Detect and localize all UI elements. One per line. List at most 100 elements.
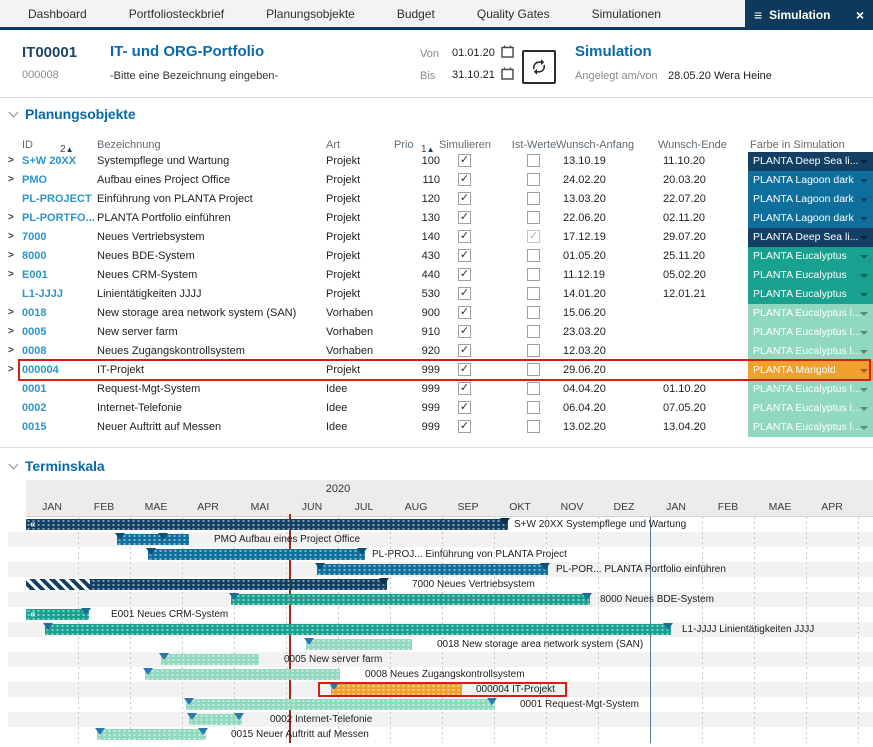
- expand-icon[interactable]: >: [8, 155, 14, 166]
- expand-icon[interactable]: >: [8, 174, 14, 185]
- ist-werte-checkbox[interactable]: [527, 211, 540, 224]
- color-select[interactable]: PLANTA Lagoon dark: [748, 209, 873, 228]
- ist-werte-checkbox[interactable]: [527, 420, 540, 433]
- col-header-simulieren[interactable]: Simulieren: [432, 139, 498, 151]
- color-select[interactable]: PLANTA Lagoon dark: [748, 171, 873, 190]
- simulieren-checkbox[interactable]: ✓: [458, 401, 471, 414]
- bis-date-field[interactable]: 31.10.21: [452, 69, 495, 81]
- hamburger-menu-icon[interactable]: ≡: [754, 8, 762, 22]
- planning-object-id[interactable]: 0008: [22, 345, 46, 357]
- ist-werte-checkbox[interactable]: [527, 382, 540, 395]
- ist-werte-checkbox[interactable]: [527, 249, 540, 262]
- gantt-bar[interactable]: [26, 609, 89, 620]
- color-select[interactable]: PLANTA Eucalyptus l...: [748, 323, 873, 342]
- gantt-bar[interactable]: [145, 669, 340, 680]
- table-row[interactable]: 0015Neuer Auftritt auf MessenIdee999✓13.…: [0, 418, 873, 437]
- simulieren-checkbox[interactable]: ✓: [458, 287, 471, 300]
- planning-object-id[interactable]: PL-PORTFO...: [22, 212, 95, 224]
- color-select[interactable]: PLANTA Deep Sea li...: [748, 228, 873, 247]
- color-select[interactable]: PLANTA Eucalyptus l...: [748, 304, 873, 323]
- gantt-bar[interactable]: [148, 549, 365, 560]
- simulieren-checkbox[interactable]: ✓: [458, 192, 471, 205]
- simulieren-checkbox[interactable]: ✓: [458, 325, 471, 338]
- planning-object-id[interactable]: S+W 20XX: [22, 155, 76, 167]
- table-row[interactable]: >PL-PORTFO...PLANTA Portfolio einführenP…: [0, 209, 873, 228]
- expand-icon[interactable]: >: [8, 231, 14, 242]
- ist-werte-checkbox[interactable]: [527, 325, 540, 338]
- color-select[interactable]: PLANTA Deep Sea li...: [748, 152, 873, 171]
- calendar-icon[interactable]: [501, 67, 514, 80]
- ist-werte-checkbox[interactable]: ✓: [527, 230, 540, 243]
- planning-object-id[interactable]: 7000: [22, 231, 46, 243]
- gantt-bar[interactable]: [45, 624, 671, 635]
- color-select[interactable]: PLANTA Eucalyptus: [748, 247, 873, 266]
- table-row[interactable]: L1-JJJJLinientätigkeiten JJJJProjekt530✓…: [0, 285, 873, 304]
- refresh-button[interactable]: [522, 50, 556, 84]
- expand-icon[interactable]: >: [8, 269, 14, 280]
- gantt-bar[interactable]: [186, 699, 495, 710]
- planning-object-id[interactable]: PL-PROJECT: [22, 193, 92, 205]
- nav-item-simulationen[interactable]: Simulationen: [592, 7, 661, 21]
- col-header-wunsch-anfang[interactable]: Wunsch-Anfang: [556, 139, 634, 151]
- table-row[interactable]: 0001Request-Mgt-SystemIdee999✓04.04.2001…: [0, 380, 873, 399]
- simulieren-checkbox[interactable]: ✓: [458, 211, 471, 224]
- table-row[interactable]: 0002Internet-TelefonieIdee999✓06.04.2007…: [0, 399, 873, 418]
- col-header-farbe[interactable]: Farbe in Simulation: [750, 139, 845, 151]
- ist-werte-checkbox[interactable]: [527, 306, 540, 319]
- table-row[interactable]: PL-PROJECTEinführung von PLANTA ProjectP…: [0, 190, 873, 209]
- col-header-id[interactable]: ID: [22, 139, 33, 151]
- planning-object-id[interactable]: 0005: [22, 326, 46, 338]
- ist-werte-checkbox[interactable]: [527, 154, 540, 167]
- planning-object-id[interactable]: 0015: [22, 421, 46, 433]
- gantt-bar[interactable]: [26, 519, 508, 530]
- table-row[interactable]: >8000Neues BDE-SystemProjekt430✓01.05.20…: [0, 247, 873, 266]
- simulieren-checkbox[interactable]: ✓: [458, 306, 471, 319]
- simulieren-checkbox[interactable]: ✓: [458, 344, 471, 357]
- color-select[interactable]: PLANTA Eucalyptus l...: [748, 399, 873, 418]
- ist-werte-checkbox[interactable]: [527, 344, 540, 357]
- nav-item-portfoliosteckbrief[interactable]: Portfoliosteckbrief: [129, 7, 224, 21]
- table-row[interactable]: >PMOAufbau eines Project OfficeProjekt11…: [0, 171, 873, 190]
- color-select[interactable]: PLANTA Eucalyptus l...: [748, 380, 873, 399]
- expand-icon[interactable]: >: [8, 307, 14, 318]
- simulieren-checkbox[interactable]: ✓: [458, 420, 471, 433]
- simulieren-checkbox[interactable]: ✓: [458, 154, 471, 167]
- planning-object-id[interactable]: E001: [22, 269, 48, 281]
- gantt-bar[interactable]: [317, 564, 548, 575]
- gantt-bar[interactable]: [161, 654, 259, 665]
- color-select[interactable]: PLANTA Lagoon dark: [748, 190, 873, 209]
- color-select[interactable]: PLANTA Eucalyptus: [748, 266, 873, 285]
- col-header-prio[interactable]: Prio: [394, 139, 414, 151]
- planning-section-header[interactable]: Planungsobjekte: [10, 106, 136, 124]
- color-select[interactable]: PLANTA Eucalyptus l...: [748, 418, 873, 437]
- schedule-section-header[interactable]: Terminskala: [10, 458, 105, 476]
- close-tab-icon[interactable]: ×: [856, 7, 864, 23]
- ist-werte-checkbox[interactable]: [527, 173, 540, 186]
- simulieren-checkbox[interactable]: ✓: [458, 382, 471, 395]
- table-row[interactable]: >S+W 20XXSystempflege und WartungProjekt…: [0, 152, 873, 171]
- nav-item-dashboard[interactable]: Dashboard: [28, 7, 87, 21]
- color-select[interactable]: PLANTA Eucalyptus: [748, 285, 873, 304]
- nav-item-quality-gates[interactable]: Quality Gates: [477, 7, 550, 21]
- simulieren-checkbox[interactable]: ✓: [458, 249, 471, 262]
- simulieren-checkbox[interactable]: ✓: [458, 173, 471, 186]
- col-header-name[interactable]: Bezeichnung: [97, 139, 161, 151]
- ist-werte-checkbox[interactable]: [527, 192, 540, 205]
- gantt-bar[interactable]: [231, 594, 590, 605]
- ist-werte-checkbox[interactable]: [527, 401, 540, 414]
- planning-object-id[interactable]: 8000: [22, 250, 46, 262]
- col-header-ist-werte[interactable]: Ist-Werte: [506, 139, 562, 151]
- expand-icon[interactable]: >: [8, 364, 14, 375]
- expand-icon[interactable]: >: [8, 212, 14, 223]
- nav-item-budget[interactable]: Budget: [397, 7, 435, 21]
- table-row[interactable]: >0005New server farmVorhaben910✓23.03.20…: [0, 323, 873, 342]
- planning-object-id[interactable]: PMO: [22, 174, 47, 186]
- expand-icon[interactable]: >: [8, 345, 14, 356]
- expand-icon[interactable]: >: [8, 250, 14, 261]
- planning-object-id[interactable]: 0002: [22, 402, 46, 414]
- col-header-art[interactable]: Art: [326, 139, 340, 151]
- calendar-icon[interactable]: [501, 45, 514, 58]
- nav-item-planungsobjekte[interactable]: Planungsobjekte: [266, 7, 355, 21]
- von-date-field[interactable]: 01.01.20: [452, 47, 495, 59]
- simulieren-checkbox[interactable]: ✓: [458, 268, 471, 281]
